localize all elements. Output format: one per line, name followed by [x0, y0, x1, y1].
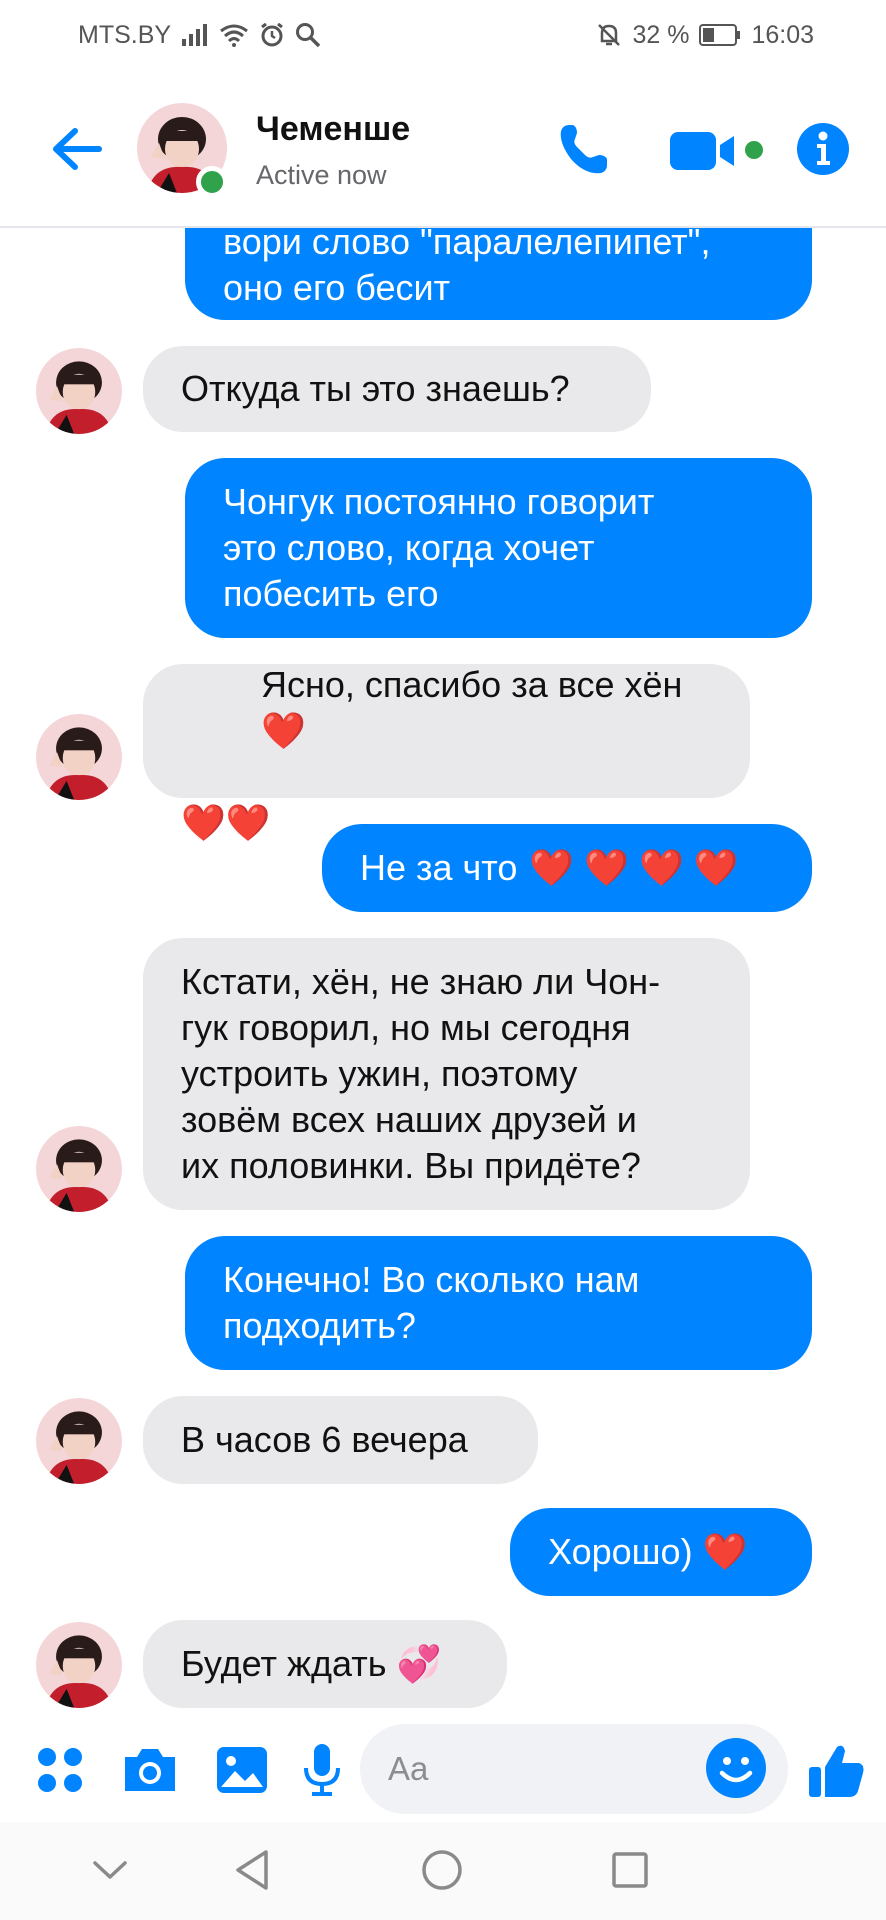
message-incoming[interactable]: Будет ждать 💞	[143, 1620, 507, 1708]
message-input[interactable]: Aa	[360, 1724, 788, 1814]
message-outgoing[interactable]: вори слово "паралелепипет", оно его беси…	[185, 228, 812, 320]
circle-home-icon	[422, 1850, 462, 1890]
video-call-button[interactable]	[668, 122, 764, 180]
carrier-label: MTS.BY	[78, 20, 172, 49]
message-list[interactable]: вори слово "паралелепипет", оно его беси…	[0, 228, 886, 1718]
square-recents-icon	[612, 1852, 648, 1888]
signal-icon	[181, 23, 209, 47]
message-text: Кстати, хён, не знаю ли Чон- гук говорил…	[181, 961, 661, 1186]
message-incoming[interactable]: Кстати, хён, не знаю ли Чон- гук говорил…	[143, 938, 750, 1210]
sender-avatar[interactable]	[36, 1622, 122, 1708]
info-icon	[797, 123, 849, 175]
nav-home-button[interactable]	[412, 1840, 472, 1900]
nav-recents-button[interactable]	[600, 1840, 660, 1900]
message-outgoing[interactable]: Чонгук постоянно говорит это слово, когд…	[185, 458, 812, 638]
microphone-icon	[304, 1744, 340, 1796]
nav-collapse-button[interactable]	[80, 1840, 140, 1900]
message-text: Будет ждать	[181, 1643, 387, 1684]
heart-emoji: ❤️	[702, 1531, 748, 1572]
chat-header: Чеменше Active now	[0, 70, 886, 228]
status-bar: MTS.BY 32 % 16:03	[0, 0, 886, 70]
smiley-icon	[706, 1738, 766, 1798]
phone-icon	[560, 125, 607, 174]
message-text: Конечно! Во сколько нам подходить?	[223, 1259, 640, 1346]
message-composer: Aa	[0, 1718, 886, 1822]
status-right: 32 % 16:03	[596, 21, 814, 50]
input-placeholder: Aa	[388, 1750, 429, 1787]
chevron-down-icon	[93, 1861, 127, 1879]
triangle-back-icon	[236, 1850, 268, 1890]
two-hearts-emoji: 💞	[396, 1643, 442, 1684]
message-text: Ясно, спасибо за все хён	[261, 664, 683, 705]
message-text: Не за что	[360, 847, 518, 888]
clock-time: 16:03	[751, 20, 814, 49]
message-text: В часов 6 вечера	[181, 1419, 468, 1460]
four-dots-icon	[38, 1748, 82, 1792]
online-indicator	[196, 166, 228, 198]
message-incoming[interactable]: В часов 6 вечера	[143, 1396, 538, 1484]
sender-avatar[interactable]	[36, 1398, 122, 1484]
image-icon	[217, 1747, 267, 1793]
contact-name[interactable]: Чеменше	[256, 110, 410, 149]
battery-icon	[699, 24, 741, 46]
message-text: Чонгук постоянно говорит это слово, когд…	[223, 481, 655, 614]
sender-avatar[interactable]	[36, 348, 122, 434]
alarm-icon	[259, 22, 285, 48]
system-navigation-bar	[0, 1822, 886, 1920]
sender-avatar[interactable]	[36, 714, 122, 800]
mute-bell-icon	[596, 22, 622, 48]
search-icon	[295, 22, 321, 48]
emoji-button[interactable]	[704, 1736, 768, 1800]
arrow-left-icon	[53, 128, 102, 170]
camera-icon	[125, 1749, 175, 1791]
messenger-chat-screen: MTS.BY 32 % 16:03 Чеменше Active now вор…	[0, 0, 886, 1920]
info-button[interactable]	[792, 118, 854, 180]
message-incoming[interactable]: Откуда ты это знаешь?	[143, 346, 651, 432]
message-text: Откуда ты это знаешь?	[181, 368, 570, 409]
message-outgoing[interactable]: Конечно! Во сколько нам подходить?	[185, 1236, 812, 1370]
message-outgoing[interactable]: Не за что ❤️ ❤️ ❤️ ❤️	[322, 824, 812, 912]
message-text: Хорошо)	[548, 1531, 693, 1572]
message-incoming[interactable]: Ясно, спасибо за все хён ❤️ ❤️❤️	[143, 664, 750, 843]
nav-back-button[interactable]	[222, 1840, 282, 1900]
message-outgoing[interactable]: Хорошо) ❤️	[510, 1508, 812, 1596]
call-button[interactable]	[552, 118, 616, 182]
heart-emojis: ❤️❤️	[181, 802, 271, 843]
wifi-icon	[219, 23, 249, 47]
video-camera-icon	[670, 132, 763, 170]
heart-emoji: ❤️	[261, 710, 306, 751]
like-button[interactable]	[804, 1738, 870, 1804]
microphone-button[interactable]	[296, 1740, 348, 1800]
thumbs-up-icon	[809, 1745, 864, 1797]
message-text: вори слово "паралелепипет", оно его беси…	[223, 228, 711, 308]
camera-button[interactable]	[120, 1740, 180, 1800]
status-left: MTS.BY	[78, 21, 321, 50]
sender-avatar[interactable]	[36, 1126, 122, 1212]
heart-emojis: ❤️ ❤️ ❤️ ❤️	[529, 847, 739, 888]
message-line: Ясно, спасибо за все хён ❤️	[181, 616, 682, 800]
menu-button[interactable]	[34, 1744, 86, 1796]
back-button[interactable]	[46, 118, 108, 180]
contact-status: Active now	[256, 160, 387, 190]
battery-percent: 32 %	[632, 20, 690, 49]
gallery-button[interactable]	[212, 1740, 272, 1800]
